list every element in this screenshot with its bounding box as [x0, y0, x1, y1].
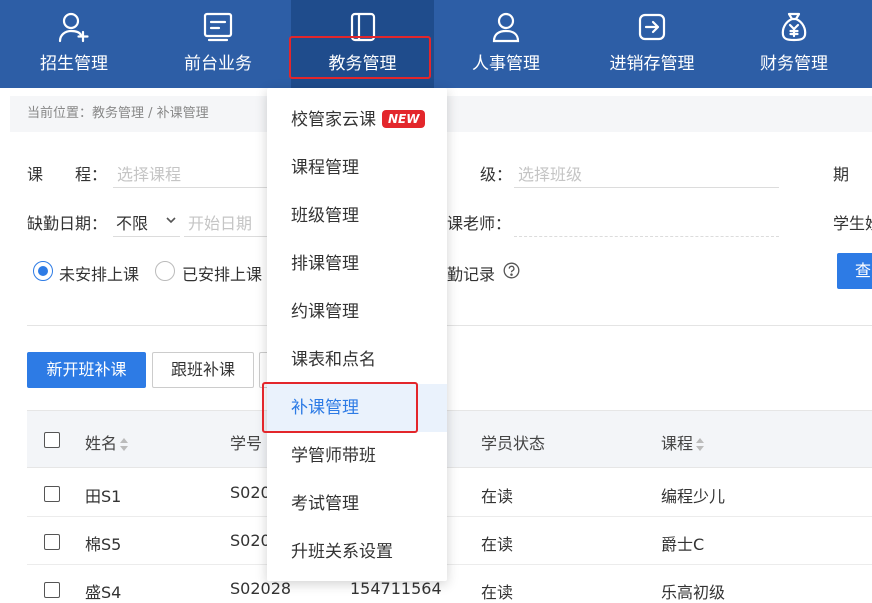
student-name-label: 学生姓: [833, 214, 872, 233]
column-header-course[interactable]: 课程: [661, 430, 705, 454]
select-all-checkbox[interactable]: [44, 432, 60, 448]
divider: [27, 325, 872, 326]
screen-icon: [201, 10, 235, 44]
start-date-input[interactable]: 开始日期: [188, 210, 252, 234]
teacher-label: 课老师：: [447, 214, 512, 233]
absence-date-label: 缺勤日期：: [27, 214, 108, 233]
menu-item-scheduling[interactable]: 排课管理: [267, 240, 447, 288]
period-label: 期: [833, 165, 850, 184]
nav-label: 财务管理: [760, 54, 828, 74]
course-select[interactable]: 选择课程: [117, 161, 181, 185]
course-label: 课 程：: [27, 165, 108, 184]
student-course: 编程少儿: [661, 487, 726, 506]
absence-record-label: 勤记录: [447, 265, 496, 284]
new-badge: NEW: [382, 110, 426, 128]
user-add-icon: [57, 10, 91, 44]
nav-item-finance[interactable]: 财务管理: [748, 0, 840, 88]
row-checkbox[interactable]: [44, 534, 60, 550]
student-id: S020: [230, 483, 271, 502]
nav-item-front-desk[interactable]: 前台业务: [170, 0, 266, 88]
new-class-makeup-button[interactable]: 新开班补课: [27, 352, 146, 388]
menu-item-class-management[interactable]: 班级管理: [267, 192, 447, 240]
teacher-input[interactable]: [514, 236, 779, 237]
row-checkbox[interactable]: [44, 582, 60, 598]
sort-icon[interactable]: [119, 437, 129, 452]
menu-item-booking[interactable]: 约课管理: [267, 288, 447, 336]
nav-item-hr[interactable]: 人事管理: [458, 0, 554, 88]
radio-arranged[interactable]: [155, 261, 175, 281]
class-select-underline: [514, 187, 779, 188]
radio-arranged-label: 已安排上课: [182, 265, 263, 284]
nav-item-inventory[interactable]: 进销存管理: [596, 0, 708, 88]
nav-label: 人事管理: [472, 54, 540, 74]
highlight-box-makeup-item: [262, 382, 418, 433]
sort-icon[interactable]: [695, 437, 705, 452]
start-date-underline: [184, 236, 274, 237]
student-phone: 154711564: [350, 579, 442, 598]
row-checkbox[interactable]: [44, 486, 60, 502]
row-divider: [27, 516, 872, 517]
table-header: [27, 410, 872, 468]
column-header-name[interactable]: 姓名: [85, 430, 129, 454]
student-course: 爵士C: [661, 535, 705, 554]
student-id: S020: [230, 531, 271, 550]
class-label: 级：: [480, 165, 513, 184]
nav-label: 招生管理: [40, 54, 108, 74]
menu-item-course-management[interactable]: 课程管理: [267, 144, 447, 192]
absence-date-select[interactable]: 不限: [116, 210, 148, 234]
nav-item-enrollment[interactable]: 招生管理: [22, 0, 126, 88]
chevron-down-icon[interactable]: [165, 211, 177, 230]
academic-dropdown-menu: 校管家云课 NEW 课程管理 班级管理 排课管理 约课管理 课表和点名 补课管理 …: [267, 88, 447, 581]
student-name: 田S1: [85, 487, 122, 506]
student-status: 在读: [481, 583, 514, 602]
student-name: 盛S4: [85, 583, 122, 602]
student-id: S02028: [230, 579, 292, 598]
highlight-box-academic-nav: [289, 36, 431, 79]
top-navigation-bar: 招生管理 前台业务 教务管理 人事管理 进销存管理 财务管理: [0, 0, 872, 88]
nav-label: 前台业务: [184, 54, 252, 74]
follow-class-makeup-button[interactable]: 跟班补课: [152, 352, 254, 388]
student-name: 棉S5: [85, 535, 122, 554]
menu-item-promotion-settings[interactable]: 升班关系设置: [267, 528, 447, 576]
help-circle-icon[interactable]: [503, 262, 520, 283]
nav-label: 进销存管理: [609, 54, 695, 74]
menu-item-exam-management[interactable]: 考试管理: [267, 480, 447, 528]
radio-unarranged[interactable]: [33, 261, 53, 281]
student-status: 在读: [481, 535, 514, 554]
absence-date-underline: [113, 236, 180, 237]
menu-item-cloud-course[interactable]: 校管家云课 NEW: [267, 96, 447, 144]
menu-item-timetable-rollcall[interactable]: 课表和点名: [267, 336, 447, 384]
column-header-status: 学员状态: [481, 434, 546, 453]
search-button[interactable]: 查: [837, 253, 872, 289]
menu-item-tutor-class[interactable]: 学管师带班: [267, 432, 447, 480]
exchange-icon: [635, 10, 669, 44]
student-course: 乐高初级: [661, 583, 726, 602]
student-status: 在读: [481, 487, 514, 506]
person-icon: [489, 10, 523, 44]
money-bag-icon: [777, 10, 811, 44]
row-divider: [27, 564, 872, 565]
radio-unarranged-label: 未安排上课: [59, 265, 140, 284]
class-select[interactable]: 选择班级: [518, 161, 582, 185]
course-select-underline: [113, 187, 273, 188]
column-header-id: 学号: [230, 434, 263, 453]
